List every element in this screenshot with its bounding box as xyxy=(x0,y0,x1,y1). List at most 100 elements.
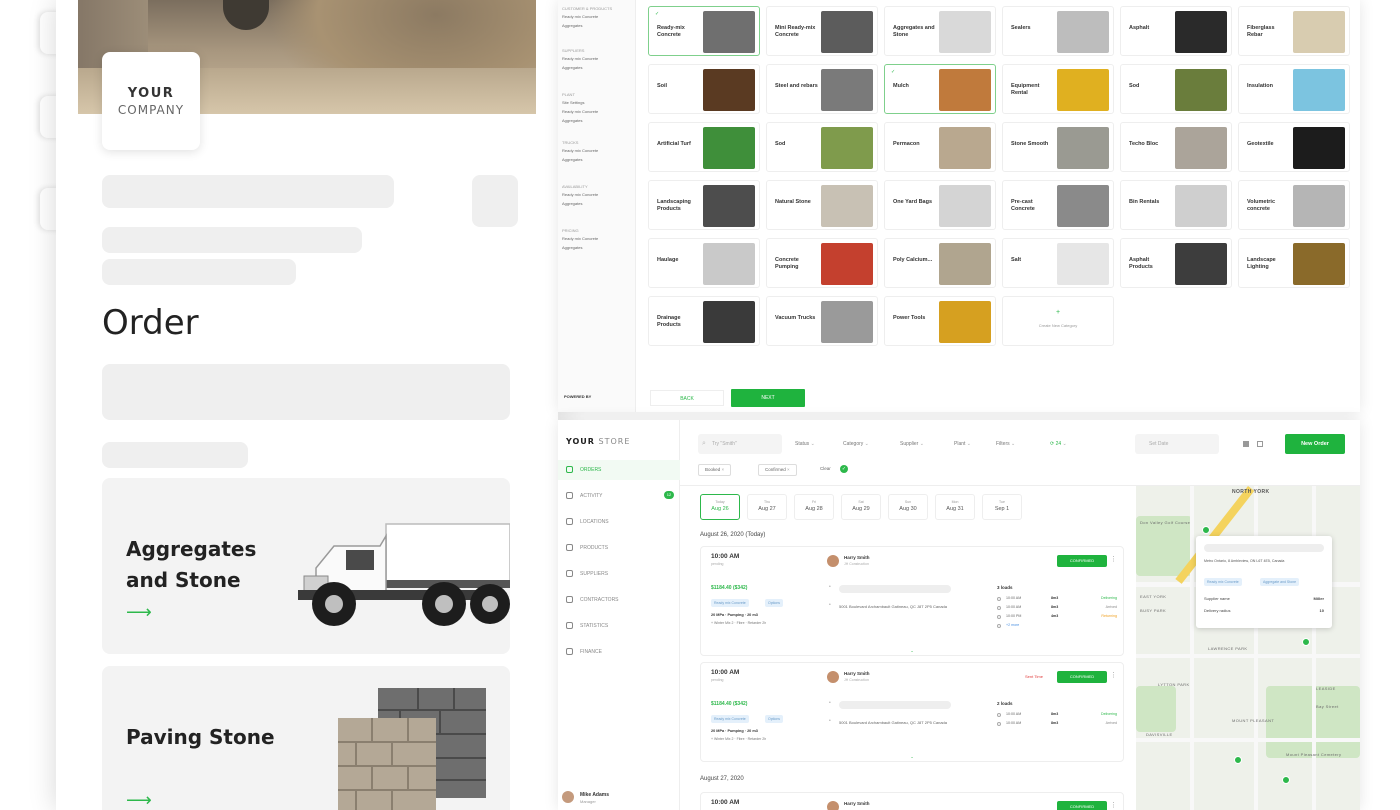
filter-chip[interactable]: Booked xyxy=(698,464,732,476)
category-tile[interactable]: Haulage xyxy=(648,238,760,288)
search-input[interactable]: Try "Smith" xyxy=(698,434,782,454)
arrow-right-icon[interactable]: ⟶ xyxy=(126,602,152,623)
chevron-down-icon[interactable]: ⌄ xyxy=(701,754,1123,759)
more-loads-link[interactable]: +2 more xyxy=(997,623,1117,630)
category-tile[interactable]: Sod xyxy=(1120,64,1232,114)
category-tile[interactable]: Asphalt xyxy=(1120,6,1232,56)
nav-item-statistics[interactable]: Statistics xyxy=(558,616,680,636)
company-logo[interactable]: YOUR COMPANY xyxy=(102,52,200,150)
filter-dropdown[interactable]: Plant xyxy=(954,441,971,447)
new-order-button[interactable]: New Order xyxy=(1285,434,1345,454)
sidebar-group-item[interactable]: Aggregates xyxy=(562,65,632,71)
day-tab[interactable]: Today Aug 26 xyxy=(700,494,740,520)
nav-item-finance[interactable]: Finance xyxy=(558,642,680,662)
category-tile[interactable]: Landscaping Products xyxy=(648,180,760,230)
day-tab[interactable]: Tue Sep 1 xyxy=(982,494,1022,520)
category-tile[interactable]: Poly Calcium... xyxy=(884,238,996,288)
nav-item-products[interactable]: Products xyxy=(558,538,680,558)
category-tile[interactable]: Fiberglass Rebar xyxy=(1238,6,1350,56)
category-tile[interactable]: Equipment Rental xyxy=(1002,64,1114,114)
category-tile[interactable]: Volumetric concrete xyxy=(1238,180,1350,230)
nav-item-suppliers[interactable]: Suppliers xyxy=(558,564,680,584)
orders-map[interactable]: NORTH YORK Don Valley Golf Course EAST Y… xyxy=(1136,486,1360,810)
load-row[interactable]: 10:00 AM 8m3 Arrived xyxy=(997,721,1117,728)
back-button[interactable]: BACK xyxy=(650,390,724,406)
order-card[interactable]: 10:00 AM pending Harry Smith JH Constructio… xyxy=(700,546,1124,656)
category-tile[interactable]: ✓ Mulch xyxy=(884,64,996,114)
sidebar-group-item[interactable]: Ready mix Concrete xyxy=(562,109,632,115)
radio-icon[interactable] xyxy=(997,597,1001,601)
clear-filters-link[interactable]: Clear xyxy=(820,466,831,471)
sidebar-group-item[interactable]: Aggregates xyxy=(562,23,632,29)
category-tile[interactable]: Landscape Lighting xyxy=(1238,238,1350,288)
date-picker[interactable]: Set Date xyxy=(1135,434,1219,454)
more-icon[interactable]: ⋮ xyxy=(1110,801,1117,810)
map-pin-icon[interactable] xyxy=(1302,638,1310,646)
category-tile[interactable]: Power Tools xyxy=(884,296,996,346)
category-tile[interactable]: Asphalt Products xyxy=(1120,238,1232,288)
sidebar-group-item[interactable]: Ready mix Concrete xyxy=(562,14,632,20)
grid-view-icon[interactable] xyxy=(1243,441,1249,447)
category-tile[interactable]: Sod xyxy=(766,122,878,172)
nav-item-contractors[interactable]: Contractors xyxy=(558,590,680,610)
nav-item-activity[interactable]: Activity 12 xyxy=(558,486,680,506)
category-tile[interactable]: Geotextile xyxy=(1238,122,1350,172)
day-tab[interactable]: Sun Aug 30 xyxy=(888,494,928,520)
order-card[interactable]: 10:00 AM pending Harry Smith JH Constructio… xyxy=(700,662,1124,762)
radio-icon[interactable] xyxy=(997,615,1001,619)
sidebar-group-item[interactable]: Ready mix Concrete xyxy=(562,148,632,154)
filter-dropdown[interactable]: Filters xyxy=(996,441,1015,447)
more-icon[interactable]: ⋮ xyxy=(1110,555,1117,565)
category-tile[interactable]: One Yard Bags xyxy=(884,180,996,230)
status-button[interactable]: CONFIRMED xyxy=(1057,801,1107,810)
category-tile[interactable]: Permacon xyxy=(884,122,996,172)
category-tile[interactable]: Drainage Products xyxy=(648,296,760,346)
category-tile[interactable]: Insulation xyxy=(1238,64,1350,114)
day-tab[interactable]: Mon Aug 31 xyxy=(935,494,975,520)
category-tile[interactable]: Soil xyxy=(648,64,760,114)
sidebar-group-item[interactable]: Ready mix Concrete xyxy=(562,236,632,242)
filter-dropdown[interactable]: Status xyxy=(795,441,815,447)
order-card[interactable]: 10:00 AM Harry Smith CONFIRMED ⋮ xyxy=(700,792,1124,810)
filter-dropdown[interactable]: Category xyxy=(843,441,869,447)
radio-icon[interactable] xyxy=(997,722,1001,726)
category-tile[interactable]: Salt xyxy=(1002,238,1114,288)
day-tab[interactable]: Fri Aug 28 xyxy=(794,494,834,520)
category-tile[interactable]: Techo Bloc xyxy=(1120,122,1232,172)
load-row[interactable]: 10:00 AM 8m3 Arrived xyxy=(997,605,1117,612)
load-row[interactable]: 10:00 AM 8m3 Delivering xyxy=(997,596,1117,603)
next-button[interactable]: NEXT xyxy=(731,389,805,407)
sidebar-group-item[interactable]: Aggregates xyxy=(562,245,632,251)
category-tile[interactable]: Concrete Pumping xyxy=(766,238,878,288)
category-tile[interactable]: Steel and rebars xyxy=(766,64,878,114)
nav-item-locations[interactable]: Locations xyxy=(558,512,680,532)
category-tile[interactable]: Bin Rentals xyxy=(1120,180,1232,230)
sidebar-group-item[interactable]: Ready mix Concrete xyxy=(562,56,632,62)
more-icon[interactable]: ⋮ xyxy=(1110,671,1117,681)
sidebar-group-item[interactable]: Site Settings xyxy=(562,100,632,106)
category-tile[interactable]: Stone Smooth xyxy=(1002,122,1114,172)
sidebar-group-item[interactable]: Ready mix Concrete xyxy=(562,192,632,198)
add-category-tile[interactable]: + Create New Category xyxy=(1002,296,1114,346)
nav-item-orders[interactable]: Orders xyxy=(558,460,680,480)
list-view-icon[interactable] xyxy=(1257,441,1263,447)
radio-icon[interactable] xyxy=(997,713,1001,717)
sidebar-group-item[interactable]: Aggregates xyxy=(562,157,632,163)
category-tile[interactable]: Vacuum Trucks xyxy=(766,296,878,346)
load-row[interactable]: 10:00 AM 8m3 Delivering xyxy=(997,712,1117,719)
category-card-aggregates[interactable]: Aggregates and Stone ⟶ xyxy=(102,478,510,654)
category-card-paving-stone[interactable]: Paving Stone ⟶ xyxy=(102,666,510,810)
category-tile[interactable]: Pre-cast Concrete xyxy=(1002,180,1114,230)
arrow-right-icon[interactable]: ⟶ xyxy=(126,790,152,810)
filter-dropdown[interactable]: Supplier xyxy=(900,441,924,447)
chevron-down-icon[interactable]: ⌄ xyxy=(701,648,1123,653)
map-pin-icon[interactable] xyxy=(1234,756,1242,764)
category-tile[interactable]: Aggregates and Stone xyxy=(884,6,996,56)
radio-icon[interactable] xyxy=(997,606,1001,610)
refresh-counter[interactable]: ⟳ 24 xyxy=(1050,441,1067,447)
status-button[interactable]: CONFIRMED xyxy=(1057,671,1107,683)
user-profile[interactable]: Mike Adams Manager xyxy=(562,788,676,810)
status-button[interactable]: CONFIRMED xyxy=(1057,555,1107,567)
store-logo[interactable]: YOUR STORE xyxy=(566,437,630,446)
load-row[interactable]: 10:00 PM 4m3 Returning xyxy=(997,614,1117,621)
